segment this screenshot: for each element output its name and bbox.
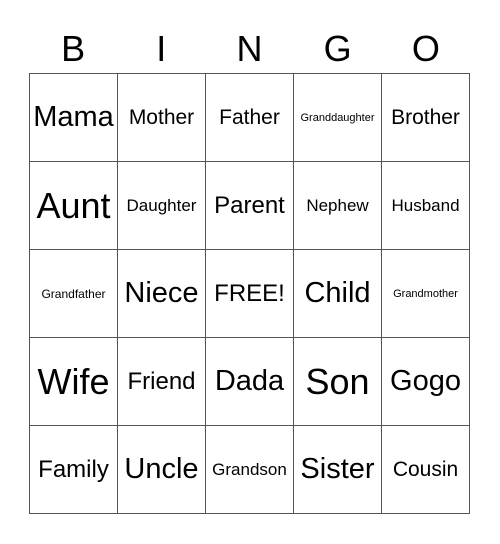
bingo-cell[interactable]: Mother	[118, 74, 206, 162]
bingo-cell[interactable]: Family	[30, 426, 118, 514]
bingo-cell[interactable]: Sister	[294, 426, 382, 514]
bingo-cell[interactable]: Brother	[382, 74, 470, 162]
header-letter-i: I	[156, 28, 167, 69]
bingo-cell[interactable]: Parent	[206, 162, 294, 250]
bingo-cell[interactable]: Nephew	[294, 162, 382, 250]
bingo-cell[interactable]: Son	[294, 338, 382, 426]
bingo-cell[interactable]: Dada	[206, 338, 294, 426]
bingo-cell[interactable]: Friend	[118, 338, 206, 426]
header-letter-b: B	[61, 28, 86, 69]
bingo-cell[interactable]: Wife	[30, 338, 118, 426]
bingo-cell[interactable]: Grandfather	[30, 250, 118, 338]
bingo-cell[interactable]: Father	[206, 74, 294, 162]
bingo-cell[interactable]: Grandson	[206, 426, 294, 514]
bingo-cell[interactable]: Mama	[30, 74, 118, 162]
bingo-cell[interactable]: Niece	[118, 250, 206, 338]
bingo-cell[interactable]: Daughter	[118, 162, 206, 250]
bingo-cell[interactable]: Husband	[382, 162, 470, 250]
header-letter-o: O	[411, 28, 440, 69]
bingo-header: B I N G O	[29, 26, 470, 72]
bingo-cell[interactable]: Child	[294, 250, 382, 338]
bingo-cell[interactable]: Granddaughter	[294, 74, 382, 162]
bingo-cell[interactable]: Uncle	[118, 426, 206, 514]
bingo-cell[interactable]: Cousin	[382, 426, 470, 514]
bingo-grid: Mama Mother Father Granddaughter Brother…	[29, 73, 470, 514]
free-space-cell[interactable]: FREE!	[206, 250, 294, 338]
header-letter-g: G	[323, 28, 352, 69]
header-letter-n: N	[236, 28, 263, 69]
bingo-cell[interactable]: Gogo	[382, 338, 470, 426]
bingo-cell[interactable]: Aunt	[30, 162, 118, 250]
bingo-cell[interactable]: Grandmother	[382, 250, 470, 338]
